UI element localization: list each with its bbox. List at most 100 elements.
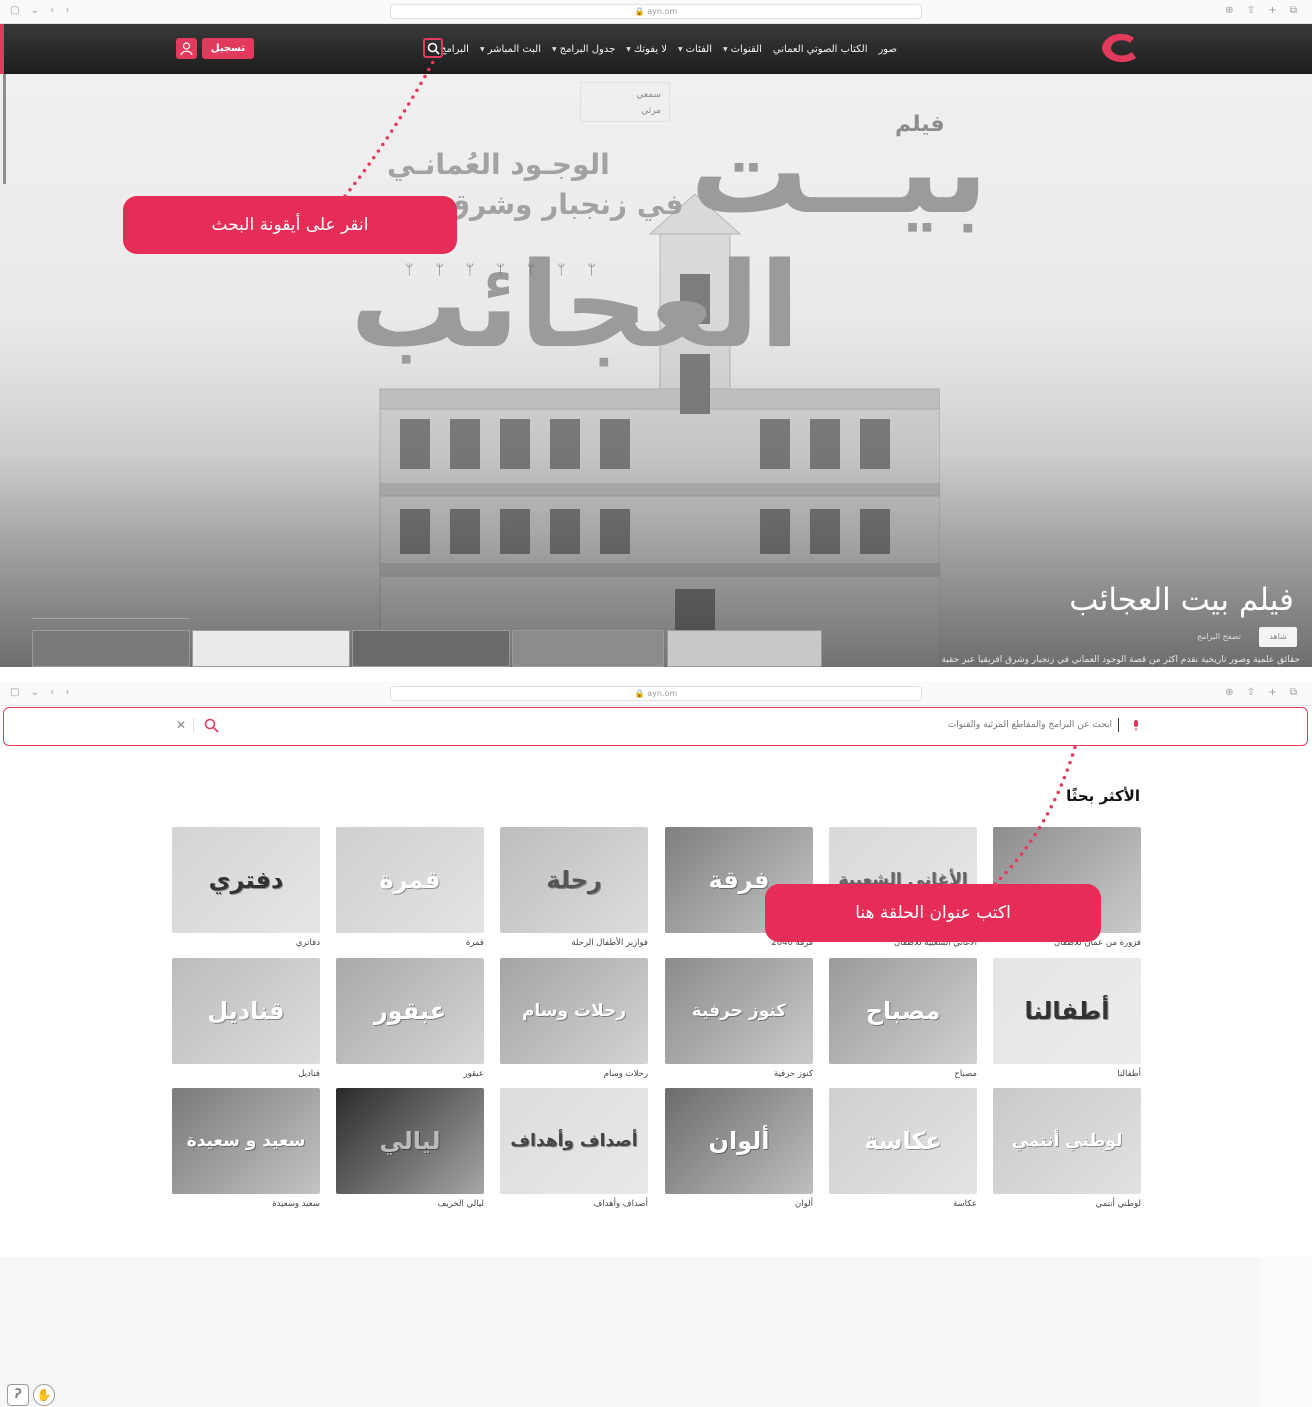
program-tile[interactable]: عبقور عبقور xyxy=(336,958,484,1083)
program-thumbnail[interactable]: رحلة xyxy=(500,827,648,933)
program-caption[interactable]: فوازير الأطفال الرحلة xyxy=(571,938,648,948)
nav-label: صور xyxy=(878,43,897,55)
search-button[interactable] xyxy=(423,38,443,58)
program-tile[interactable]: أطفالنا أطفالنا xyxy=(993,958,1141,1083)
nav-item-categories[interactable]: الفئات ▼ xyxy=(678,44,712,55)
hero-art-zanjibar: في زنجبار وشرق xyxy=(445,188,684,221)
program-caption[interactable]: مصباح xyxy=(954,1069,977,1079)
carousel-thumb[interactable] xyxy=(512,630,664,667)
nav-label: البرامج xyxy=(440,43,469,55)
program-caption[interactable]: قناديل xyxy=(298,1069,320,1079)
program-tile[interactable]: ليالي ليالي الخريف xyxy=(336,1088,484,1213)
program-tile[interactable]: مصباح مصباح xyxy=(829,958,977,1083)
hearing-icon[interactable]: ʔ xyxy=(7,1384,29,1406)
search-box[interactable] xyxy=(3,707,1308,746)
program-caption[interactable]: لوطني أنتمي xyxy=(1096,1199,1141,1209)
program-thumbnail[interactable]: أصداف وأهداف xyxy=(500,1088,648,1194)
program-thumbnail[interactable]: قناديل xyxy=(172,958,320,1064)
search-input[interactable]: ابحث عن البرامج والمقاطع المرئية والقنوا… xyxy=(948,720,1112,730)
program-caption[interactable]: أصداف وأهداف xyxy=(594,1199,649,1209)
hero-description: حقائق علمية وصور تاريخية نقدم أكثر من قص… xyxy=(941,655,1300,665)
nav-item-channels[interactable]: القنوات ▼ xyxy=(723,44,762,55)
program-tile[interactable]: قناديل قناديل xyxy=(172,958,320,1083)
user-button[interactable] xyxy=(176,38,197,59)
dropdown-item-video[interactable]: مرئي xyxy=(589,103,661,119)
url-text: ayn.om xyxy=(647,7,678,16)
caret-down-icon: ▼ xyxy=(552,45,557,53)
program-thumbnail[interactable]: عكاسة xyxy=(829,1088,977,1194)
browser-nav-icons[interactable]: ▢ ⌄ ‹ › xyxy=(10,5,73,16)
program-caption[interactable]: سعيد وسعيدة xyxy=(272,1199,320,1209)
program-logo-art: رحلات وسام xyxy=(521,1000,627,1021)
browser-action-icons[interactable]: ⊕ ⇧ + ⧉ xyxy=(1225,5,1302,16)
caret-down-icon: ▼ xyxy=(678,45,683,53)
carousel-thumb[interactable] xyxy=(32,630,190,667)
program-tile[interactable]: رحلات وسام رحلات وسام xyxy=(500,958,648,1083)
nav-item-photos[interactable]: صور xyxy=(878,44,897,55)
carousel-thumb-active[interactable] xyxy=(192,630,350,667)
program-thumbnail[interactable]: ألوان xyxy=(665,1088,813,1194)
mic-icon[interactable] xyxy=(1132,720,1140,731)
program-tile[interactable]: لوطني أنتمي لوطني أنتمي xyxy=(993,1088,1141,1213)
footer xyxy=(0,1257,1260,1407)
nav-item-audiobook[interactable]: الكتاب الصوتي العماني xyxy=(773,44,868,55)
nav-item-schedule[interactable]: جدول البرامج ▼ xyxy=(552,44,615,55)
program-thumbnail[interactable]: عبقور xyxy=(336,958,484,1064)
dropdown-item-audio[interactable]: سمعي xyxy=(589,87,661,103)
nav-label: جدول البرامج xyxy=(559,43,616,55)
carousel-divider xyxy=(32,618,190,619)
carousel-thumb[interactable] xyxy=(352,630,510,667)
program-thumbnail[interactable]: مصباح xyxy=(829,958,977,1064)
program-tile[interactable]: كنوز حرفية كنوز حرفية xyxy=(665,958,813,1083)
browser-action-icons[interactable]: ⊕ ⇧ + ⧉ xyxy=(1225,687,1302,698)
program-logo-art: كنوز حرفية xyxy=(691,1000,787,1021)
carousel-thumb[interactable] xyxy=(667,630,822,667)
program-tile[interactable]: رحلة فوازير الأطفال الرحلة xyxy=(500,827,648,952)
program-thumbnail[interactable]: قمرة xyxy=(336,827,484,933)
scroll-indicator xyxy=(3,74,6,184)
watch-button[interactable]: شاهد xyxy=(1259,627,1297,647)
browse-programs-button[interactable]: تصفح البرامج xyxy=(1188,627,1250,647)
program-thumbnail[interactable]: لوطني أنتمي xyxy=(993,1088,1141,1194)
close-icon[interactable]: ✕ xyxy=(176,718,186,732)
browser-toolbar: ▢ ⌄ ‹ › 🔒 ayn.om ⊕ ⇧ + ⧉ xyxy=(0,0,1312,24)
program-tile[interactable]: قمرة قمرة xyxy=(336,827,484,952)
program-thumbnail[interactable]: كنوز حرفية xyxy=(665,958,813,1064)
nav-menu: البرامج البث المباشر ▼ جدول البرامج ▼ لا ي… xyxy=(440,24,897,74)
program-caption[interactable]: عبقور xyxy=(464,1069,484,1079)
screenshot-home: ▢ ⌄ ‹ › 🔒 ayn.om ⊕ ⇧ + ⧉ بيــت العجائب ف… xyxy=(0,0,1312,667)
address-bar[interactable]: 🔒 ayn.om xyxy=(390,4,922,19)
program-thumbnail[interactable]: دفتري xyxy=(172,827,320,933)
program-logo-art: عكاسة xyxy=(864,1127,942,1155)
program-logo-art: مصباح xyxy=(865,997,941,1025)
program-tile[interactable]: سعيد و سعيدة سعيد وسعيدة xyxy=(172,1088,320,1213)
browser-nav-icons[interactable]: ▢ ⌄ ‹ › xyxy=(10,687,73,698)
program-caption[interactable]: رحلات وسام xyxy=(604,1069,648,1079)
nav-item-live[interactable]: البث المباشر ▼ xyxy=(480,44,541,55)
program-thumbnail[interactable]: ليالي xyxy=(336,1088,484,1194)
address-bar[interactable]: 🔒 ayn.om xyxy=(390,686,922,701)
program-thumbnail[interactable]: رحلات وسام xyxy=(500,958,648,1064)
program-caption[interactable]: ألوان xyxy=(795,1199,813,1209)
program-caption[interactable]: ليالي الخريف xyxy=(438,1199,484,1209)
register-button[interactable]: تسجيل xyxy=(202,38,254,59)
program-logo-art: عبقور xyxy=(373,997,447,1025)
program-tile[interactable]: دفتري دفاتري xyxy=(172,827,320,952)
program-caption[interactable]: عكاسة xyxy=(953,1199,977,1209)
search-divider xyxy=(193,718,194,732)
program-thumbnail[interactable]: أطفالنا xyxy=(993,958,1141,1064)
program-tile[interactable]: ألوان ألوان xyxy=(665,1088,813,1213)
program-caption[interactable]: أطفالنا xyxy=(1117,1069,1141,1079)
program-thumbnail[interactable]: سعيد و سعيدة xyxy=(172,1088,320,1194)
nav-item-dont-miss[interactable]: لا يفوتك ▼ xyxy=(626,44,667,55)
program-caption[interactable]: كنوز حرفية xyxy=(774,1069,813,1079)
program-tile[interactable]: عكاسة عكاسة xyxy=(829,1088,977,1213)
sign-language-icon[interactable]: ✋ xyxy=(33,1384,55,1406)
program-tile[interactable]: أصداف وأهداف أصداف وأهداف xyxy=(500,1088,648,1213)
program-caption[interactable]: قمرة xyxy=(466,938,484,948)
nav-item-programs[interactable]: البرامج xyxy=(440,44,469,55)
search-icon[interactable] xyxy=(204,718,219,733)
url-text: ayn.om xyxy=(647,689,678,698)
ayn-logo[interactable] xyxy=(1094,28,1146,68)
program-caption[interactable]: دفاتري xyxy=(296,938,320,948)
